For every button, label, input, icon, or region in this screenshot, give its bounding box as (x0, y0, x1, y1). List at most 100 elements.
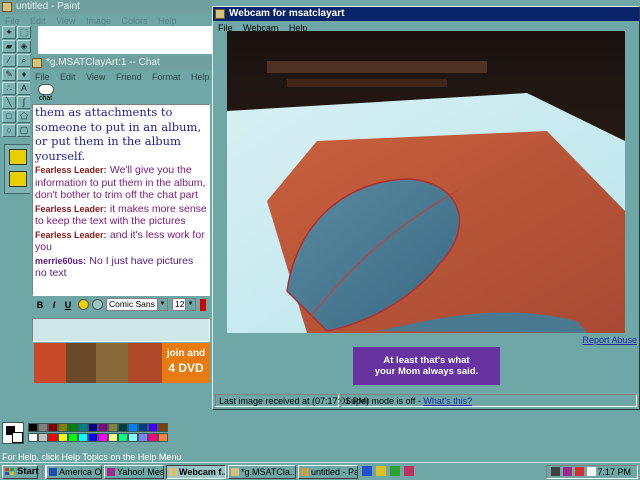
taskbar-button[interactable]: untitled - Paint (298, 465, 358, 479)
paint-menu-edit[interactable]: Edit (30, 16, 46, 26)
color-swatch[interactable] (158, 433, 168, 442)
color-swatch[interactable] (118, 433, 128, 442)
paint-menu-help[interactable]: Help (158, 16, 177, 26)
paint-menu-colors[interactable]: Colors (121, 16, 147, 26)
underline-button[interactable]: U (62, 298, 74, 312)
paint-menu-image[interactable]: Image (86, 16, 111, 26)
message-sender: Fearless Leader: (35, 203, 107, 214)
color-swatch[interactable] (38, 433, 48, 442)
task-app-icon (169, 468, 177, 476)
quick-launch-icon[interactable] (404, 466, 414, 476)
clock[interactable]: 7:17 PM (597, 466, 631, 478)
pencil-tool-icon[interactable]: ✎ (2, 68, 16, 81)
ellipse-tool-icon[interactable]: ○ (2, 124, 16, 137)
speech-bubble-icon[interactable] (38, 84, 54, 95)
ad-line2: 4 DVD (168, 361, 204, 375)
speaker-icon[interactable] (587, 467, 596, 476)
line-tool-icon[interactable]: ╲ (2, 96, 16, 109)
color-swatch[interactable] (48, 433, 58, 442)
magnifier-tool-icon[interactable]: ⌕ (17, 54, 31, 67)
webcam-ad-banner[interactable]: At least that's what your Mom always sai… (353, 347, 500, 385)
chat-menu-view[interactable]: View (86, 72, 105, 82)
color-swatch[interactable] (148, 423, 158, 432)
fill-tool-icon[interactable]: ◈ (17, 40, 31, 53)
chat-menu-friend[interactable]: Friend (116, 72, 142, 82)
eyedropper-tool-icon[interactable]: ⁄ (2, 54, 16, 67)
font-select[interactable]: Comic Sans MS ▼ (106, 298, 168, 311)
messenger-icon[interactable] (563, 467, 572, 476)
color-swatch[interactable] (108, 433, 118, 442)
paint-title-bar[interactable]: untitled - Paint (0, 0, 212, 14)
webcam-video-feed (227, 31, 625, 333)
color-swatch[interactable] (48, 423, 58, 432)
color-swatch[interactable] (108, 423, 118, 432)
current-colors-box[interactable] (2, 422, 24, 444)
color-swatch[interactable] (78, 423, 88, 432)
color-swatch[interactable] (38, 423, 48, 432)
text-tool-icon[interactable]: A (17, 82, 31, 95)
taskbar-button[interactable]: Webcam f... (166, 465, 226, 479)
chat-message-input[interactable] (32, 318, 210, 342)
color-swatch[interactable] (118, 423, 128, 432)
color-swatch[interactable] (68, 423, 78, 432)
whats-this-link[interactable]: What's this? (423, 396, 472, 406)
color-swatch[interactable] (88, 433, 98, 442)
report-abuse-link[interactable]: Report Abuse (582, 335, 637, 345)
brush-tool-icon[interactable]: ♦ (17, 68, 31, 81)
font-size-select[interactable]: 12 ▼ (172, 298, 196, 311)
rect-select-tool-icon[interactable]: ⬚ (17, 26, 31, 39)
polygon-tool-icon[interactable]: ⬠ (17, 110, 31, 123)
message-sender: Fearless Leader: (35, 165, 107, 175)
airbrush-tool-icon[interactable]: ∴ (2, 82, 16, 95)
taskbar-button[interactable]: America Onli... (46, 465, 102, 479)
tray-app-icon[interactable] (575, 467, 584, 476)
color-swatch[interactable] (58, 433, 68, 442)
color-swatch[interactable] (28, 423, 38, 432)
chat-toolbar-label[interactable]: chat (39, 95, 52, 103)
color-swatch[interactable] (98, 433, 108, 442)
taskbar-button[interactable]: Yahoo! Mess... (104, 465, 164, 479)
rounded-rect-tool-icon[interactable]: ▢ (17, 124, 31, 137)
color-swatch[interactable] (158, 423, 168, 432)
chevron-down-icon: ▼ (157, 299, 167, 310)
chat-menu-edit[interactable]: Edit (60, 72, 76, 82)
rectangle-tool-icon[interactable]: □ (2, 110, 16, 123)
chat-transcript[interactable]: them as attachments to someone to put in… (32, 104, 210, 296)
color-swatch[interactable] (148, 433, 158, 442)
italic-button[interactable]: I (48, 298, 60, 312)
color-swatch[interactable] (78, 433, 88, 442)
color-swatch[interactable] (98, 423, 108, 432)
monitor-icon[interactable] (551, 467, 560, 476)
chat-ad-banner[interactable]: join and 4 DVD (34, 343, 210, 383)
taskbar-button[interactable]: *g.MSATCla... (228, 465, 296, 479)
quick-launch-icon[interactable] (376, 466, 386, 476)
quick-launch-icon[interactable] (362, 466, 372, 476)
color-swatch[interactable] (58, 423, 68, 432)
color-swatch[interactable] (138, 433, 148, 442)
word-icon[interactable] (390, 466, 400, 476)
taskbar-button-label: Webcam f... (179, 467, 226, 477)
start-button[interactable]: Start (2, 465, 39, 479)
color-picker-icon[interactable] (92, 299, 103, 310)
smiley-icon[interactable] (78, 299, 89, 310)
curve-tool-icon[interactable]: ∫ (17, 96, 31, 109)
webcam-title-bar[interactable]: Webcam for msatclayart (213, 7, 639, 21)
free-select-tool-icon[interactable]: ✦ (2, 26, 16, 39)
chat-menu-help[interactable]: Help (191, 72, 210, 82)
bold-button[interactable]: B (34, 298, 46, 312)
paint-menu-file[interactable]: File (5, 16, 20, 26)
chat-title-bar[interactable]: *g.MSATClayArt:1 -- Chat (30, 56, 214, 70)
color-swatch[interactable] (128, 433, 138, 442)
chat-menu-file[interactable]: File (35, 72, 50, 82)
paint-canvas[interactable] (38, 26, 212, 54)
color-swatch[interactable] (68, 433, 78, 442)
chat-menu-format[interactable]: Format (152, 72, 181, 82)
eraser-tool-icon[interactable]: ▰ (2, 40, 16, 53)
task-app-icon (301, 468, 309, 476)
color-swatch[interactable] (28, 433, 38, 442)
message-sender: merrie60us: (35, 255, 87, 266)
color-swatch[interactable] (128, 423, 138, 432)
color-swatch[interactable] (138, 423, 148, 432)
paint-menu-view[interactable]: View (56, 16, 75, 26)
color-swatch[interactable] (88, 423, 98, 432)
